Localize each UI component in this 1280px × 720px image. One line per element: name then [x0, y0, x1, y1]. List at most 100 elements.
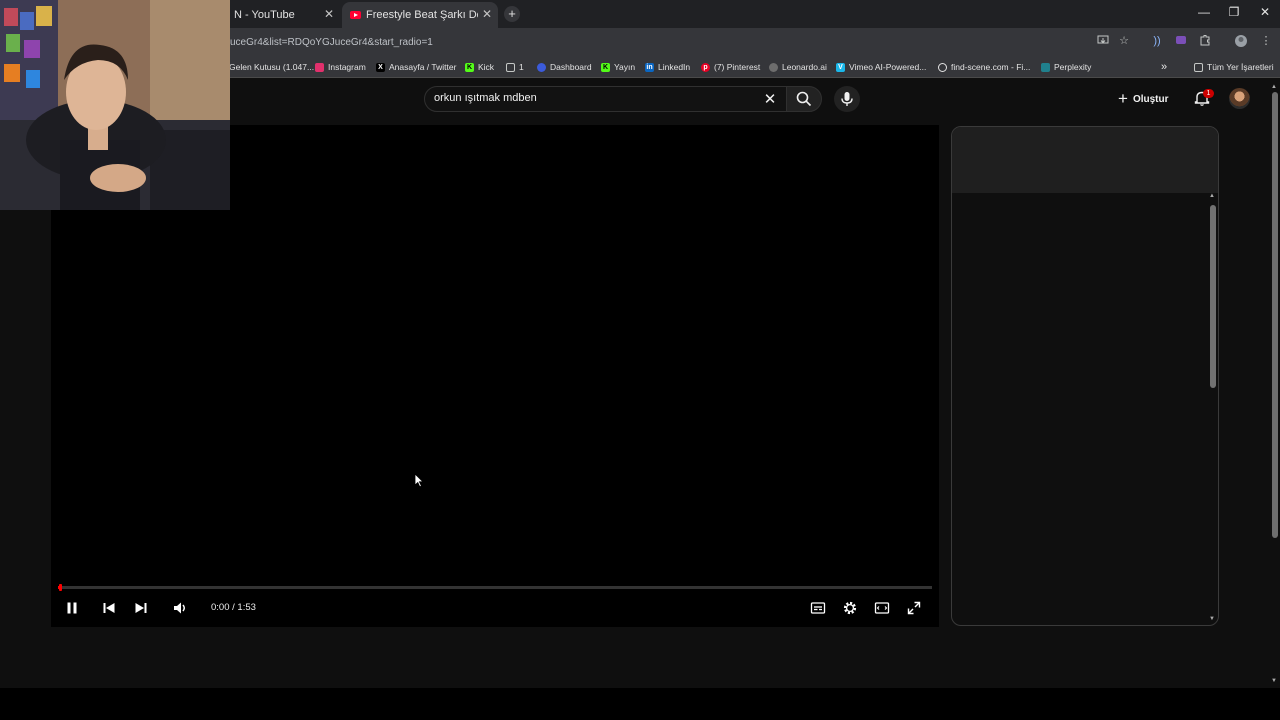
bookmark-vimeo[interactable]: V Vimeo AI-Powered... [836, 60, 926, 74]
minimize-button[interactable]: — [1194, 5, 1214, 19]
tab-close-icon[interactable]: ✕ [482, 7, 492, 21]
close-window-button[interactable]: ✕ [1255, 5, 1275, 19]
address-bar-url[interactable]: uceGr4&list=RDQoYGJuceGr4&start_radio=1 [230, 37, 433, 48]
bookmark-label: 1 [519, 62, 524, 72]
tab-youtube[interactable]: N - YouTube ✕ [226, 2, 340, 28]
page-scroll-down-icon[interactable]: ▼ [1271, 678, 1277, 684]
playlist-panel [951, 126, 1219, 626]
notification-count-badge: 1 [1203, 89, 1214, 98]
tab-title: Freestyle Beat Şarkı Deneme # [366, 9, 478, 21]
clear-search-icon[interactable]: ✕ [763, 90, 777, 108]
extension-purple-icon[interactable] [1174, 34, 1188, 48]
search-box[interactable] [424, 86, 790, 112]
bookmark-twitter[interactable]: X Anasayfa / Twitter [376, 60, 456, 74]
bookmark-linkedin[interactable]: in LinkedIn [645, 60, 690, 74]
bookmark-label: Perplexity [1054, 62, 1092, 72]
x-icon: X [376, 62, 385, 72]
panel-scroll-down-icon[interactable]: ▼ [1209, 616, 1215, 622]
bookmark-find-scene[interactable]: find-scene.com - Fi... [938, 60, 1030, 74]
profile-avatar-icon[interactable] [1234, 34, 1248, 48]
linkedin-icon: in [645, 62, 654, 72]
bookmark-leonardo[interactable]: Leonardo.ai [769, 60, 827, 74]
leonardo-icon [769, 62, 778, 72]
search-button[interactable] [786, 86, 822, 112]
dashboard-icon [537, 62, 546, 72]
pause-button[interactable] [64, 600, 80, 616]
bookmark-label: find-scene.com - Fi... [951, 62, 1031, 72]
skip-previous-icon [103, 603, 115, 613]
tab-close-icon[interactable]: ✕ [324, 7, 334, 21]
mute-button[interactable] [172, 600, 188, 616]
bookmark-label: LinkedIn [658, 62, 691, 72]
time-display: 0:00 / 1:53 [211, 602, 256, 613]
bookmark-perplexity[interactable]: Perplexity [1041, 60, 1091, 74]
tab-freestyle-beat[interactable]: Freestyle Beat Şarkı Deneme # ✕ [342, 2, 498, 28]
bookmark-instagram[interactable]: Instagram [315, 60, 366, 74]
extension-sound-icon[interactable]: )) [1150, 34, 1164, 48]
progress-bar[interactable] [58, 586, 932, 589]
bookmark-kick[interactable]: K Kick [465, 60, 494, 74]
create-button[interactable]: + Oluştur [1118, 89, 1169, 109]
skip-next-icon [135, 603, 147, 613]
instagram-icon [315, 62, 324, 72]
microphone-icon [841, 92, 853, 106]
theater-icon [874, 602, 890, 614]
pause-icon [67, 602, 77, 614]
bookmark-star-icon[interactable]: ☆ [1117, 34, 1131, 48]
webcam-overlay [0, 0, 230, 210]
bookmark-label: Gelen Kutusu (1.047... [229, 62, 315, 72]
tab-title: N - YouTube [234, 9, 295, 21]
create-label: Oluştur [1132, 93, 1169, 105]
search-icon [796, 91, 812, 107]
bookmark-label: Yayın [614, 62, 636, 72]
bookmark-folder-1[interactable]: 1 [506, 60, 524, 74]
captions-icon [810, 602, 826, 614]
gear-icon [843, 601, 857, 615]
next-button[interactable] [133, 600, 149, 616]
install-app-icon[interactable] [1096, 34, 1110, 48]
bookmarks-overflow-button[interactable]: » [1161, 60, 1167, 74]
playlist-scrollbar[interactable] [1210, 205, 1216, 388]
previous-button[interactable] [101, 600, 117, 616]
bookmark-dashboard[interactable]: Dashboard [537, 60, 592, 74]
progress-scrubber[interactable] [59, 584, 62, 591]
account-avatar[interactable] [1229, 88, 1250, 109]
all-bookmarks-button[interactable]: Tüm Yer İşaretleri [1194, 60, 1274, 74]
kick-icon: K [601, 62, 610, 72]
page-scrollbar[interactable] [1272, 92, 1278, 538]
subtitles-button[interactable] [810, 600, 826, 616]
mouse-cursor [414, 473, 424, 488]
bookmark-label: Instagram [328, 62, 366, 72]
bottom-black-strip [0, 688, 1280, 720]
bookmark-label: Kick [478, 62, 495, 72]
pinterest-icon: p [701, 62, 710, 72]
settings-button[interactable] [842, 600, 858, 616]
fullscreen-icon [907, 601, 921, 615]
all-bookmarks-label: Tüm Yer İşaretleri [1207, 62, 1274, 72]
extensions-puzzle-icon[interactable] [1198, 34, 1212, 48]
kick-icon: K [465, 62, 474, 72]
bookmark-yayin[interactable]: K Yayın [601, 60, 635, 74]
fullscreen-button[interactable] [906, 600, 922, 616]
new-tab-button[interactable]: + [504, 6, 520, 22]
voice-search-button[interactable] [834, 86, 860, 112]
bookmark-label: (7) Pinterest [714, 62, 761, 72]
bookmark-label: Leonardo.ai [782, 62, 827, 72]
youtube-favicon-icon [350, 11, 361, 19]
bookmark-gmail[interactable]: Gelen Kutusu (1.047... [229, 60, 314, 74]
bookmark-label: Vimeo AI-Powered... [849, 62, 927, 72]
bookmark-pinterest[interactable]: p (7) Pinterest [701, 60, 760, 74]
folder-icon [506, 62, 515, 72]
perplexity-icon [1041, 62, 1050, 72]
playlist-header [952, 127, 1218, 193]
search-input[interactable] [434, 92, 754, 104]
panel-scroll-up-icon[interactable]: ▲ [1209, 193, 1215, 199]
vimeo-icon: V [836, 62, 845, 72]
browser-menu-icon[interactable]: ⋮ [1259, 34, 1273, 48]
find-scene-icon [938, 62, 947, 72]
theater-mode-button[interactable] [874, 600, 890, 616]
folder-icon [1194, 62, 1203, 72]
bookmark-label: Anasayfa / Twitter [389, 62, 457, 72]
maximize-button[interactable]: ❐ [1224, 5, 1244, 19]
page-scroll-up-icon[interactable]: ▲ [1271, 84, 1277, 90]
